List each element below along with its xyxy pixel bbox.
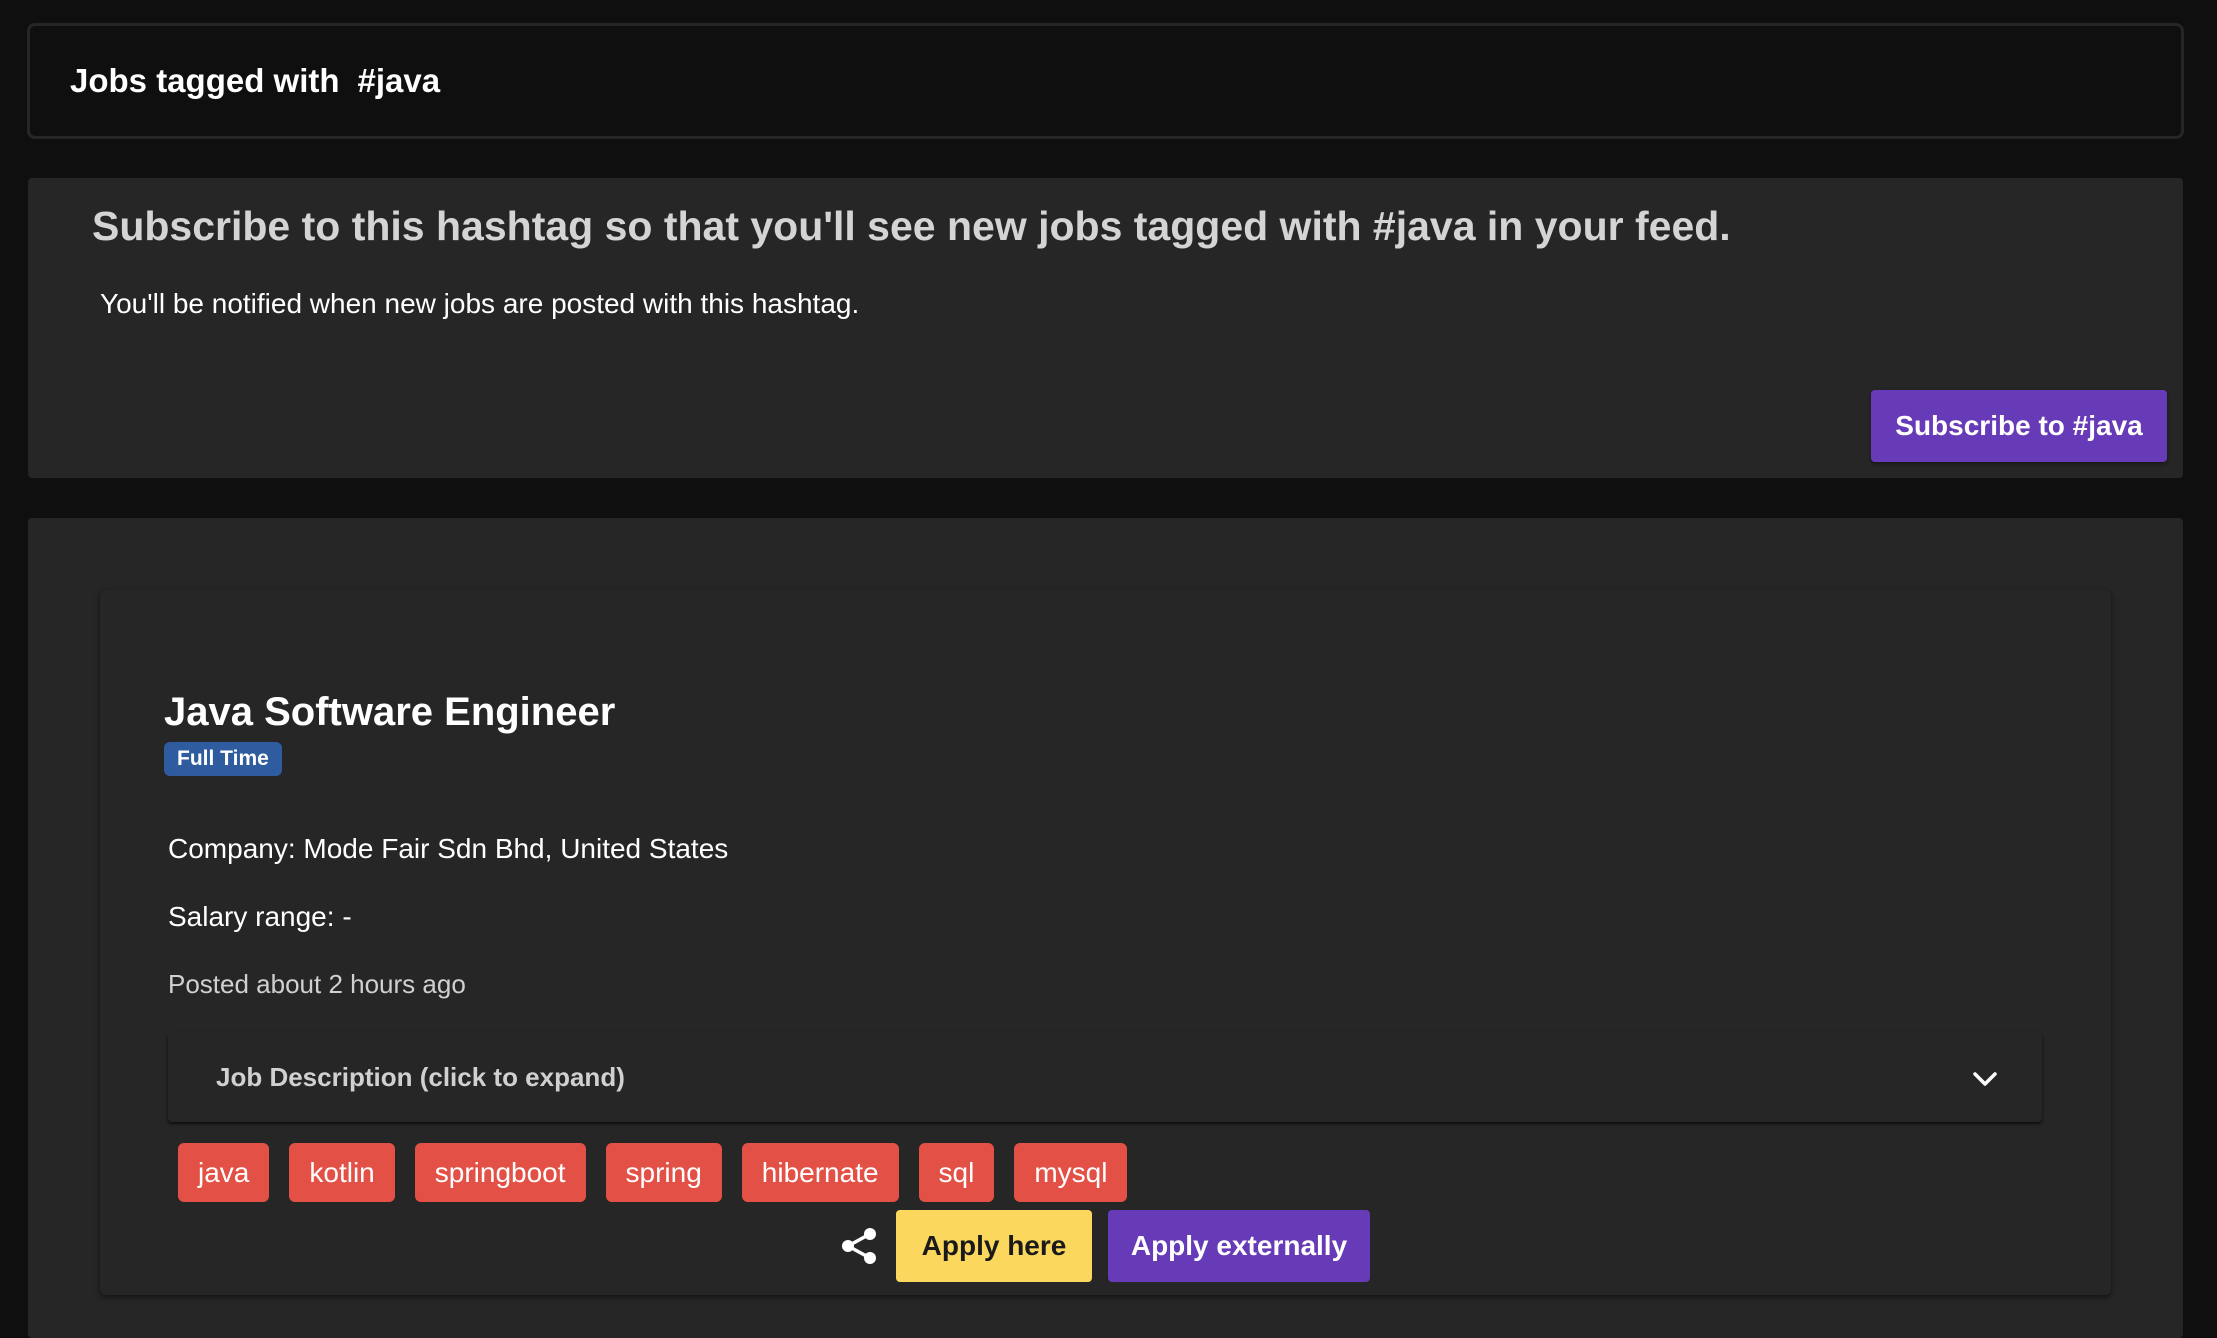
job-posted-time: Posted about 2 hours ago (168, 969, 466, 999)
job-description-accordion[interactable]: Job Description (click to expand) (168, 1032, 2042, 1122)
subscribe-text: You'll be notified when new jobs are pos… (100, 288, 860, 319)
job-type-badge: Full Time (164, 742, 282, 776)
tag-mysql[interactable]: mysql (1014, 1143, 1128, 1202)
job-tags: java kotlin springboot spring hibernate … (178, 1143, 1128, 1202)
tag-sql[interactable]: sql (918, 1143, 995, 1202)
subscribe-title: Subscribe to this hashtag so that you'll… (92, 203, 1731, 249)
job-actions: Apply here Apply externally (838, 1210, 1370, 1282)
subscribe-card: Subscribe to this hashtag so that you'll… (28, 178, 2183, 478)
apply-externally-button[interactable]: Apply externally (1108, 1210, 1370, 1282)
job-title: Java Software Engineer (164, 690, 616, 734)
page-header: Jobs tagged with #java (27, 23, 2184, 139)
share-icon[interactable] (838, 1225, 880, 1267)
tag-hibernate[interactable]: hibernate (741, 1143, 899, 1202)
chevron-down-icon (1973, 1072, 1997, 1086)
tag-kotlin[interactable]: kotlin (289, 1143, 395, 1202)
header-hashtag: #java (357, 62, 441, 99)
tag-spring[interactable]: spring (605, 1143, 722, 1202)
job-salary: Salary range: - (168, 901, 352, 932)
jobs-panel: Java Software Engineer Full Time Company… (28, 518, 2183, 1338)
subscribe-button[interactable]: Subscribe to #java (1871, 390, 2167, 462)
tag-springboot[interactable]: springboot (414, 1143, 586, 1202)
job-description-label: Job Description (click to expand) (216, 1061, 625, 1092)
apply-here-button[interactable]: Apply here (896, 1210, 1092, 1282)
job-card: Java Software Engineer Full Time Company… (100, 590, 2111, 1295)
job-company: Company: Mode Fair Sdn Bhd, United State… (168, 833, 729, 864)
header-prefix: Jobs tagged with (70, 62, 340, 99)
tag-java[interactable]: java (178, 1143, 270, 1202)
